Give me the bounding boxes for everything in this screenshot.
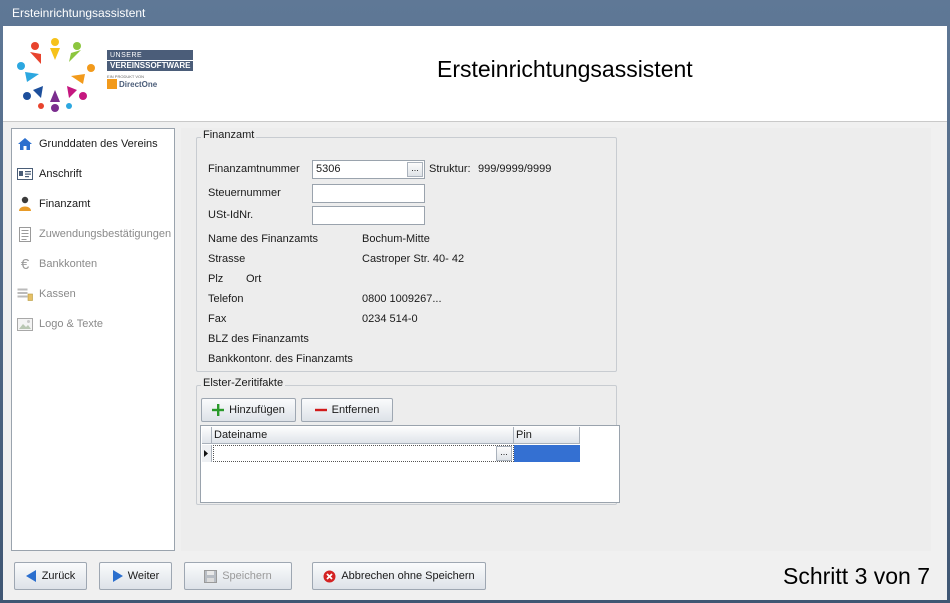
- sidebar-item-zuwendungsbestaetigungen[interactable]: Zuwendungsbestätigungen: [16, 224, 171, 244]
- struktur-label: Struktur:: [429, 163, 471, 175]
- cancel-without-save-button[interactable]: Abbrechen ohne Speichern: [312, 562, 486, 590]
- home-icon: [16, 136, 34, 152]
- save-label: Speichern: [222, 570, 272, 582]
- cancel-label: Abbrechen ohne Speichern: [341, 570, 475, 582]
- wizard-window: Ersteinrichtungsassistent UNSERE VEREINS…: [0, 0, 950, 603]
- add-certificate-label: Hinzufügen: [229, 404, 285, 416]
- brand-line-1: UNSERE: [107, 50, 193, 60]
- bankkonto-label: Bankkontonr. des Finanzamts: [208, 353, 353, 365]
- browse-file-button[interactable]: ...: [496, 446, 512, 461]
- grid-corner-header: [202, 427, 212, 444]
- certificate-grid: Dateiname Pin ...: [200, 425, 620, 503]
- finanzamtnummer-label: Finanzamtnummer: [208, 163, 300, 175]
- company-logo: DirectOne: [107, 79, 193, 89]
- image-icon: [16, 316, 34, 332]
- arrow-left-icon: [25, 570, 37, 582]
- finanzamt-legend: Finanzamt: [201, 129, 257, 141]
- grid-column-pin[interactable]: Pin: [514, 427, 580, 444]
- company-logo-icon: [107, 79, 117, 89]
- content-panel: Finanzamt Finanzamtnummer 5306 ... Struk…: [181, 128, 931, 551]
- next-label: Weiter: [127, 570, 160, 582]
- row-indicator[interactable]: [202, 445, 212, 462]
- window-client: UNSERE VEREINSSOFTWARE EIN PRODUKT VON D…: [3, 26, 947, 600]
- strasse-label: Strasse: [208, 253, 246, 265]
- sidebar-item-label: Grunddaten des Vereins: [39, 138, 158, 150]
- floppy-disk-icon: [204, 569, 218, 583]
- sidebar-item-kassen[interactable]: Kassen: [16, 284, 76, 304]
- arrow-right-icon: [112, 570, 123, 582]
- company-name: DirectOne: [119, 79, 158, 89]
- next-button[interactable]: Weiter: [99, 562, 172, 590]
- save-button[interactable]: Speichern: [184, 562, 292, 590]
- euro-icon: €: [20, 255, 30, 273]
- sidebar-item-anschrift[interactable]: Anschrift: [16, 164, 82, 184]
- document-list-icon: [16, 226, 34, 242]
- sidebar-item-bankkonten[interactable]: € Bankkonten: [16, 254, 97, 274]
- ustid-label: USt-IdNr.: [208, 209, 254, 221]
- finanzamtnummer-value: 5306: [316, 163, 341, 175]
- sidebar-item-grunddaten[interactable]: Grunddaten des Vereins: [16, 134, 158, 154]
- sidebar-item-finanzamt[interactable]: Finanzamt: [16, 194, 90, 214]
- remove-certificate-button[interactable]: Entfernen: [301, 398, 393, 422]
- blz-label: BLZ des Finanzamts: [208, 333, 309, 345]
- back-button[interactable]: Zurück: [14, 562, 87, 590]
- telefon-label: Telefon: [208, 293, 244, 305]
- fax-value: 0234 514-0: [362, 313, 418, 325]
- person-icon: [16, 196, 34, 212]
- remove-certificate-label: Entfernen: [331, 404, 380, 416]
- id-card-icon: [16, 166, 34, 182]
- page-title: Ersteinrichtungsassistent: [437, 56, 693, 82]
- app-logo: [17, 38, 95, 112]
- ustid-field[interactable]: [312, 206, 425, 225]
- brand-line-2: VEREINSSOFTWARE: [107, 60, 193, 71]
- sidebar-item-label: Finanzamt: [39, 198, 91, 210]
- step-indicator: Schritt 3 von 7: [783, 563, 931, 589]
- strasse-value: Castroper Str. 40- 42: [362, 253, 465, 265]
- cancel-icon: [323, 570, 336, 583]
- sidebar: Grunddaten des Vereins Anschrift Finanza…: [11, 128, 175, 551]
- steuernummer-label: Steuernummer: [208, 187, 281, 199]
- window-title: Ersteinrichtungsassistent: [12, 6, 146, 20]
- sidebar-item-label: Zuwendungsbestätigungen: [39, 228, 172, 240]
- plz-label: Plz: [208, 273, 224, 285]
- sidebar-item-label: Anschrift: [39, 168, 82, 180]
- elster-legend: Elster-Zeritifakte: [201, 377, 286, 389]
- dateiname-cell[interactable]: ...: [213, 445, 514, 462]
- plus-icon: [212, 404, 225, 416]
- minus-icon: [314, 408, 327, 412]
- finanzamt-name-value: Bochum-Mitte: [362, 233, 430, 245]
- brand-block: UNSERE VEREINSSOFTWARE EIN PRODUKT VON D…: [107, 50, 193, 89]
- add-certificate-button[interactable]: Hinzufügen: [201, 398, 296, 422]
- cash-register-icon: [16, 286, 34, 302]
- steuernummer-field[interactable]: [312, 184, 425, 203]
- finanzamtnummer-field[interactable]: 5306 ...: [312, 160, 425, 179]
- telefon-value: 0800 1009267...: [362, 293, 442, 305]
- grid-column-dateiname[interactable]: Dateiname: [212, 427, 514, 444]
- finanzamt-group: Finanzamt Finanzamtnummer 5306 ... Struk…: [196, 129, 617, 372]
- finanzamt-name-label: Name des Finanzamts: [208, 233, 319, 245]
- sidebar-item-label: Logo & Texte: [39, 318, 104, 330]
- sidebar-item-label: Bankkonten: [39, 258, 98, 270]
- header: UNSERE VEREINSSOFTWARE EIN PRODUKT VON D…: [3, 26, 947, 122]
- struktur-value: 999/9999/9999: [478, 163, 552, 175]
- finanzamt-lookup-button[interactable]: ...: [407, 162, 423, 177]
- ort-label: Ort: [246, 273, 262, 285]
- row-pointer-icon: [204, 450, 208, 457]
- brand-small-text: EIN PRODUKT VON: [107, 74, 145, 79]
- sidebar-item-label: Kassen: [39, 288, 76, 300]
- pin-cell[interactable]: [514, 445, 580, 462]
- back-label: Zurück: [41, 570, 76, 582]
- fax-label: Fax: [208, 313, 227, 325]
- sidebar-item-logo-texte[interactable]: Logo & Texte: [16, 314, 103, 334]
